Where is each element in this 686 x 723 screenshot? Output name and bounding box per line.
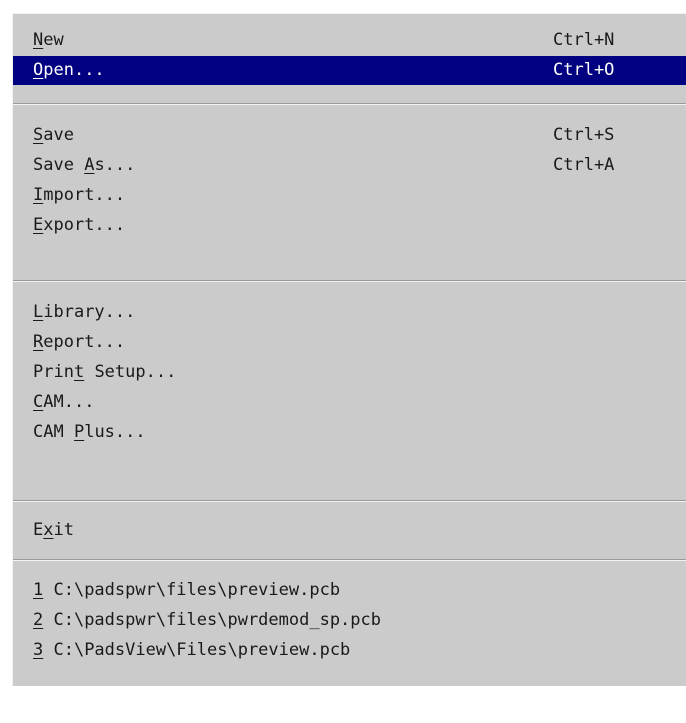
menu-item-label: Library...: [33, 302, 136, 322]
file-menu: New Ctrl+N Open... Ctrl+O Save Ctrl+S Sa…: [12, 13, 686, 686]
menu-item-label: 1 C:\padspwr\files\preview.pcb: [33, 580, 341, 600]
menu-item-save[interactable]: Save Ctrl+S: [13, 121, 686, 150]
menu-item-label: 3 C:\PadsView\Files\preview.pcb: [33, 640, 351, 660]
menu-item-cam-plus[interactable]: CAM Plus...: [13, 418, 686, 447]
menu-item-label: Open...: [33, 60, 105, 80]
menu-item-open[interactable]: Open... Ctrl+O: [13, 56, 686, 85]
menu-item-label: 2 C:\padspwr\files\pwrdemod_sp.pcb: [33, 610, 382, 630]
menu-item-cam[interactable]: CAM...: [13, 388, 686, 417]
recent-file-1[interactable]: 1 C:\padspwr\files\preview.pcb: [13, 576, 686, 605]
menu-item-report[interactable]: Report...: [13, 328, 686, 357]
menu-item-label: Import...: [33, 185, 126, 205]
menu-item-exit[interactable]: Exit: [13, 516, 686, 545]
menu-separator: [13, 103, 686, 105]
shortcut-label: Ctrl+N: [553, 30, 615, 50]
menu-item-label: Save: [33, 125, 74, 145]
menu-separator: [13, 500, 686, 502]
menu-item-print-setup[interactable]: Print Setup...: [13, 358, 686, 387]
shortcut-label: Ctrl+A: [553, 155, 615, 175]
menu-item-label: Print Setup...: [33, 362, 177, 382]
menu-item-label: CAM...: [33, 392, 95, 412]
menu-item-label: Exit: [33, 520, 74, 540]
menu-item-label: New: [33, 30, 64, 50]
menu-separator: [13, 280, 686, 282]
menu-item-label: CAM Plus...: [33, 422, 146, 442]
menu-item-label: Save As...: [33, 155, 136, 175]
menu-item-export[interactable]: Export...: [13, 211, 686, 240]
menu-separator: [13, 559, 686, 561]
menu-item-new[interactable]: New Ctrl+N: [13, 26, 686, 55]
menu-item-save-as[interactable]: Save As... Ctrl+A: [13, 151, 686, 180]
recent-file-3[interactable]: 3 C:\PadsView\Files\preview.pcb: [13, 636, 686, 665]
recent-file-2[interactable]: 2 C:\padspwr\files\pwrdemod_sp.pcb: [13, 606, 686, 635]
menu-item-label: Report...: [33, 332, 126, 352]
shortcut-label: Ctrl+O: [553, 60, 615, 80]
shortcut-label: Ctrl+S: [553, 125, 615, 145]
menu-item-label: Export...: [33, 215, 126, 235]
menu-item-import[interactable]: Import...: [13, 181, 686, 210]
menu-item-library[interactable]: Library...: [13, 298, 686, 327]
